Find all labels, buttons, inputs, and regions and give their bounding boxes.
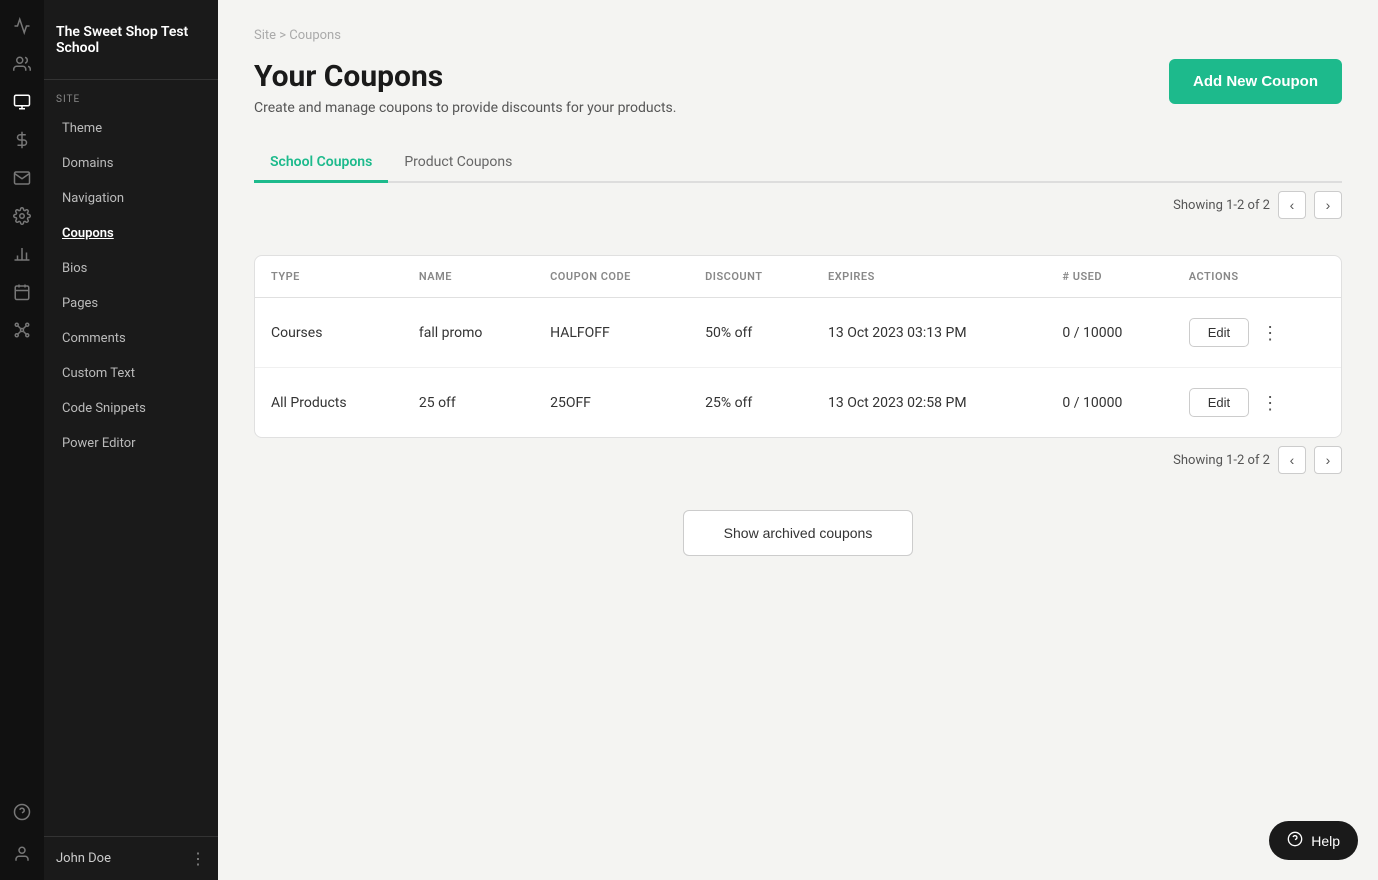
row1-coupon-code: HALFOFF [534,298,689,368]
page-subtitle: Create and manage coupons to provide dis… [254,100,676,116]
row2-name: 25 off [403,368,534,438]
nav-column: The Sweet Shop Test School SITE Theme Do… [44,0,218,880]
icon-column [0,0,44,880]
actions-cell-2: Edit ⋮ [1189,388,1325,417]
archive-row: Show archived coupons [254,510,1342,556]
more-options-button-row2[interactable]: ⋮ [1261,394,1279,412]
actions-cell-1: Edit ⋮ [1189,318,1325,347]
sidebar-item-power-editor[interactable]: Power Editor [50,427,212,460]
col-expires: EXPIRES [812,256,1046,298]
sidebar-item-coupons[interactable]: Coupons [50,217,212,250]
help-icon-sidebar[interactable] [2,794,42,830]
sidebar-item-pages[interactable]: Pages [50,287,212,320]
col-type: TYPE [255,256,403,298]
people-icon[interactable] [2,46,42,82]
col-discount: DISCOUNT [689,256,812,298]
sidebar-item-code-snippets[interactable]: Code Snippets [50,392,212,425]
bottom-pagination: Showing 1-2 of 2 ‹ › [254,438,1342,486]
row1-used: 0 / 10000 [1046,298,1172,368]
sidebar-item-bios[interactable]: Bios [50,252,212,285]
sidebar-item-comments[interactable]: Comments [50,322,212,355]
calendar-icon[interactable] [2,274,42,310]
main-content: Site > Coupons Your Coupons Create and m… [218,0,1378,880]
prev-page-button-top[interactable]: ‹ [1278,191,1306,219]
col-coupon-code: COUPON CODE [534,256,689,298]
pagination-showing-bottom: Showing 1-2 of 2 [1173,453,1270,468]
next-page-button-bottom[interactable]: › [1314,446,1342,474]
user-name-label: John Doe [56,851,111,866]
row2-coupon-code: 25OFF [534,368,689,438]
sidebar: The Sweet Shop Test School SITE Theme Do… [0,0,218,880]
help-button[interactable]: Help [1269,821,1358,860]
dollar-icon[interactable] [2,122,42,158]
breadcrumb-site[interactable]: Site [254,28,276,43]
tab-school-coupons[interactable]: School Coupons [254,144,388,183]
analytics-icon[interactable] [2,8,42,44]
integrations-icon[interactable] [2,312,42,348]
edit-button-row2[interactable]: Edit [1189,388,1249,417]
sidebar-item-theme[interactable]: Theme [50,112,212,145]
more-options-button-row1[interactable]: ⋮ [1261,324,1279,342]
show-archived-coupons-button[interactable]: Show archived coupons [683,510,914,556]
mail-icon[interactable] [2,160,42,196]
prev-page-button-bottom[interactable]: ‹ [1278,446,1306,474]
add-new-coupon-button[interactable]: Add New Coupon [1169,59,1342,104]
sidebar-item-custom-text[interactable]: Custom Text [50,357,212,390]
edit-button-row1[interactable]: Edit [1189,318,1249,347]
tab-product-coupons[interactable]: Product Coupons [388,144,528,183]
row2-used: 0 / 10000 [1046,368,1172,438]
row1-type: Courses [255,298,403,368]
sidebar-item-domains[interactable]: Domains [50,147,212,180]
row2-discount: 25% off [689,368,812,438]
row2-actions: Edit ⋮ [1173,368,1341,438]
sidebar-footer: John Doe ⋮ [44,836,218,880]
help-circle-icon [1287,831,1303,850]
site-section-label: SITE [44,80,218,111]
more-options-icon[interactable]: ⋮ [190,849,206,868]
row1-actions: Edit ⋮ [1173,298,1341,368]
row2-type: All Products [255,368,403,438]
coupons-table-card: TYPE NAME COUPON CODE DISCOUNT EXPIRES #… [254,255,1342,438]
breadcrumb: Site > Coupons [254,28,1342,43]
sidebar-item-navigation[interactable]: Navigation [50,182,212,215]
page-header: Your Coupons Create and manage coupons t… [254,59,1342,116]
row2-expires: 13 Oct 2023 02:58 PM [812,368,1046,438]
row1-name: fall promo [403,298,534,368]
row1-discount: 50% off [689,298,812,368]
breadcrumb-current: Coupons [289,28,341,43]
page-title: Your Coupons [254,59,676,94]
col-name: NAME [403,256,534,298]
breadcrumb-separator: > [279,28,289,43]
chart-icon[interactable] [2,236,42,272]
table-row: Courses fall promo HALFOFF 50% off 13 Oc… [255,298,1341,368]
table-row: All Products 25 off 25OFF 25% off 13 Oct… [255,368,1341,438]
row1-expires: 13 Oct 2023 03:13 PM [812,298,1046,368]
col-used: # USED [1046,256,1172,298]
top-pagination: Showing 1-2 of 2 ‹ › [254,183,1342,231]
next-page-button-top[interactable]: › [1314,191,1342,219]
school-name-label: The Sweet Shop Test School [44,0,218,80]
tabs-container: School Coupons Product Coupons [254,144,1342,183]
coupons-table: TYPE NAME COUPON CODE DISCOUNT EXPIRES #… [255,256,1341,437]
user-icon-sidebar[interactable] [2,836,42,872]
table-header-row: TYPE NAME COUPON CODE DISCOUNT EXPIRES #… [255,256,1341,298]
gear-icon[interactable] [2,198,42,234]
help-label: Help [1311,833,1340,849]
header-text: Your Coupons Create and manage coupons t… [254,59,676,116]
display-icon[interactable] [2,84,42,120]
pagination-showing-top: Showing 1-2 of 2 [1173,198,1270,213]
col-actions: ACTIONS [1173,256,1341,298]
